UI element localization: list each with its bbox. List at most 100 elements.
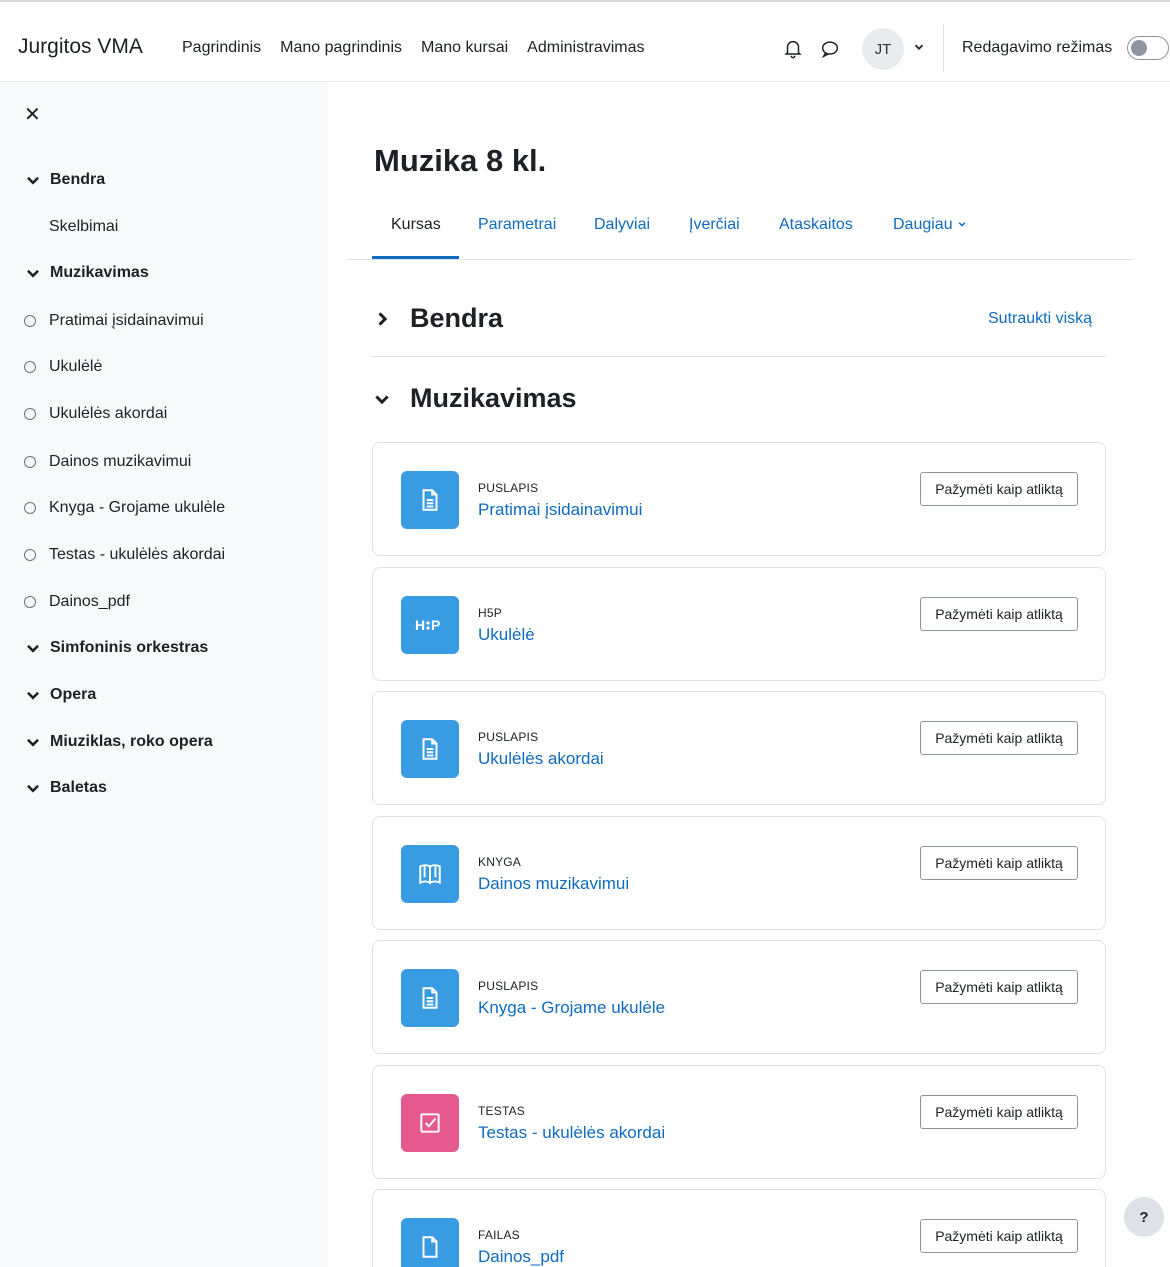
page-icon[interactable] — [401, 720, 459, 778]
index-activity[interactable]: Pratimai įsidainavimui — [24, 309, 324, 333]
index-label: Baletas — [50, 779, 107, 796]
index-label: Pratimai įsidainavimui — [49, 312, 204, 329]
site-brand[interactable]: Jurgitos VMA — [18, 35, 143, 59]
tab-settings[interactable]: Parametrai — [478, 216, 556, 234]
index-activity[interactable]: Knyga - Grojame ukulėle — [24, 496, 324, 520]
chevron-down-icon — [27, 784, 39, 793]
course-main: Muzika 8 kl. Kursas Parametrai Dalyviai … — [328, 83, 1170, 1267]
nav-link-my-courses[interactable]: Mano kursai — [421, 39, 508, 57]
activity-card: FAILAS Dainos_pdf Pažymėti kaip atliktą — [372, 1189, 1106, 1267]
activity-card: PUSLAPIS Ukulėlės akordai Pažymėti kaip … — [372, 691, 1106, 805]
index-activity[interactable]: Ukulėlė — [24, 355, 324, 379]
section-title: Muzikavimas — [410, 383, 577, 413]
page-icon[interactable] — [401, 969, 459, 1027]
index-section-bendra[interactable]: Bendra — [24, 168, 324, 192]
notifications-bell-icon[interactable] — [782, 37, 804, 59]
activity-link[interactable]: Ukulėlės akordai — [478, 749, 604, 769]
activity-card: PUSLAPIS Knyga - Grojame ukulėle Pažymėt… — [372, 940, 1106, 1054]
completion-circle-icon — [24, 456, 36, 468]
chevron-down-icon — [375, 394, 389, 404]
activity-card: PUSLAPIS Pratimai įsidainavimui Pažymėti… — [372, 442, 1106, 556]
tab-participants[interactable]: Dalyviai — [594, 216, 650, 234]
section-header-muzikavimas[interactable]: Muzikavimas — [372, 383, 577, 414]
activity-type: FAILAS — [478, 1228, 520, 1242]
index-activity[interactable]: Dainos muzikavimui — [24, 450, 324, 474]
activity-type: KNYGA — [478, 855, 522, 869]
index-section-simfoninis-orkestras[interactable]: Simfoninis orkestras — [24, 636, 324, 660]
tab-course[interactable]: Kursas — [391, 216, 441, 234]
toggle-knob — [1131, 40, 1147, 56]
index-label: Ukulėlė — [49, 358, 103, 375]
svg-text:H: H — [415, 617, 425, 633]
mark-done-button[interactable]: Pažymėti kaip atliktą — [920, 970, 1078, 1004]
mark-done-button[interactable]: Pažymėti kaip atliktą — [920, 1095, 1078, 1129]
book-icon[interactable] — [401, 845, 459, 903]
index-section-opera[interactable]: Opera — [24, 683, 324, 707]
activity-link[interactable]: Dainos muzikavimui — [478, 874, 629, 894]
section-header-bendra[interactable]: Bendra — [372, 303, 503, 334]
mark-done-button[interactable]: Pažymėti kaip atliktą — [920, 721, 1078, 755]
activity-type: H5P — [478, 606, 502, 620]
active-tab-underline — [372, 256, 459, 259]
quiz-icon[interactable] — [401, 1094, 459, 1152]
chevron-right-icon — [378, 311, 388, 326]
index-activity[interactable]: Dainos_pdf — [24, 590, 324, 614]
index-label: Miuziklas, roko opera — [50, 733, 213, 750]
tab-grades[interactable]: Įverčiai — [689, 216, 740, 234]
activity-type: PUSLAPIS — [478, 730, 539, 744]
activity-link[interactable]: Testas - ukulėlės akordai — [478, 1123, 665, 1143]
index-label: Simfoninis orkestras — [50, 639, 209, 656]
chevron-down-icon — [27, 691, 39, 700]
avatar-initials: JT — [874, 40, 892, 58]
chevron-down-icon[interactable] — [912, 40, 926, 54]
activity-type: PUSLAPIS — [478, 481, 539, 495]
messages-chat-icon[interactable] — [819, 38, 841, 60]
file-icon[interactable] — [401, 1218, 459, 1267]
activity-link[interactable]: Ukulėlė — [478, 625, 535, 645]
activity-card: TESTAS Testas - ukulėlės akordai Pažymėt… — [372, 1065, 1106, 1179]
completion-circle-icon — [24, 549, 36, 561]
index-section-muzikavimas[interactable]: Muzikavimas — [24, 261, 324, 285]
index-section-miuziklas[interactable]: Miuziklas, roko opera — [24, 730, 324, 754]
collapse-all-link[interactable]: Sutraukti viską — [988, 310, 1092, 328]
edit-mode-label: Redagavimo režimas — [962, 39, 1113, 56]
completion-circle-icon — [24, 502, 36, 514]
mark-done-button[interactable]: Pažymėti kaip atliktą — [920, 597, 1078, 631]
index-label: Muzikavimas — [50, 264, 149, 281]
svg-text:P: P — [431, 617, 440, 633]
activity-link[interactable]: Pratimai įsidainavimui — [478, 500, 642, 520]
index-section-baletas[interactable]: Baletas — [24, 776, 324, 800]
index-item-skelbimai[interactable]: Skelbimai — [49, 215, 349, 239]
h5p-icon[interactable]: HP — [401, 596, 459, 654]
activity-card: HP H5P Ukulėlė Pažymėti kaip atliktą — [372, 567, 1106, 681]
index-activity[interactable]: Ukulėlės akordai — [24, 402, 324, 426]
nav-link-home[interactable]: Pagrindinis — [182, 39, 261, 57]
user-avatar[interactable]: JT — [862, 28, 904, 70]
activity-link[interactable]: Dainos_pdf — [478, 1247, 564, 1267]
index-label: Bendra — [50, 171, 106, 188]
page-icon[interactable] — [401, 471, 459, 529]
activity-link[interactable]: Knyga - Grojame ukulėle — [478, 998, 665, 1018]
activity-type: PUSLAPIS — [478, 979, 539, 993]
nav-link-dashboard[interactable]: Mano pagrindinis — [280, 39, 402, 57]
tab-reports[interactable]: Ataskaitos — [779, 216, 853, 234]
close-icon[interactable]: ✕ — [24, 105, 41, 125]
edit-mode-toggle[interactable] — [1127, 36, 1169, 60]
index-label: Dainos muzikavimui — [49, 453, 192, 470]
tab-more-label: Daugiau — [893, 216, 953, 233]
help-button[interactable]: ? — [1124, 1197, 1164, 1237]
mark-done-button[interactable]: Pažymėti kaip atliktą — [920, 472, 1078, 506]
chevron-down-icon — [27, 269, 39, 278]
completion-circle-icon — [24, 315, 36, 327]
nav-link-administration[interactable]: Administravimas — [527, 39, 644, 57]
mark-done-button[interactable]: Pažymėti kaip atliktą — [920, 1219, 1078, 1253]
chevron-down-icon — [27, 176, 39, 185]
activity-card: KNYGA Dainos muzikavimui Pažymėti kaip a… — [372, 816, 1106, 930]
index-activity[interactable]: Testas - ukulėlės akordai — [24, 543, 324, 567]
index-label: Knyga - Grojame ukulėle — [49, 499, 226, 516]
tab-more[interactable]: Daugiau — [893, 216, 967, 234]
course-tabs: Kursas Parametrai Dalyviai Įverčiai Atas… — [348, 200, 1134, 260]
completion-circle-icon — [24, 361, 36, 373]
index-label: Skelbimai — [49, 218, 119, 235]
mark-done-button[interactable]: Pažymėti kaip atliktą — [920, 846, 1078, 880]
